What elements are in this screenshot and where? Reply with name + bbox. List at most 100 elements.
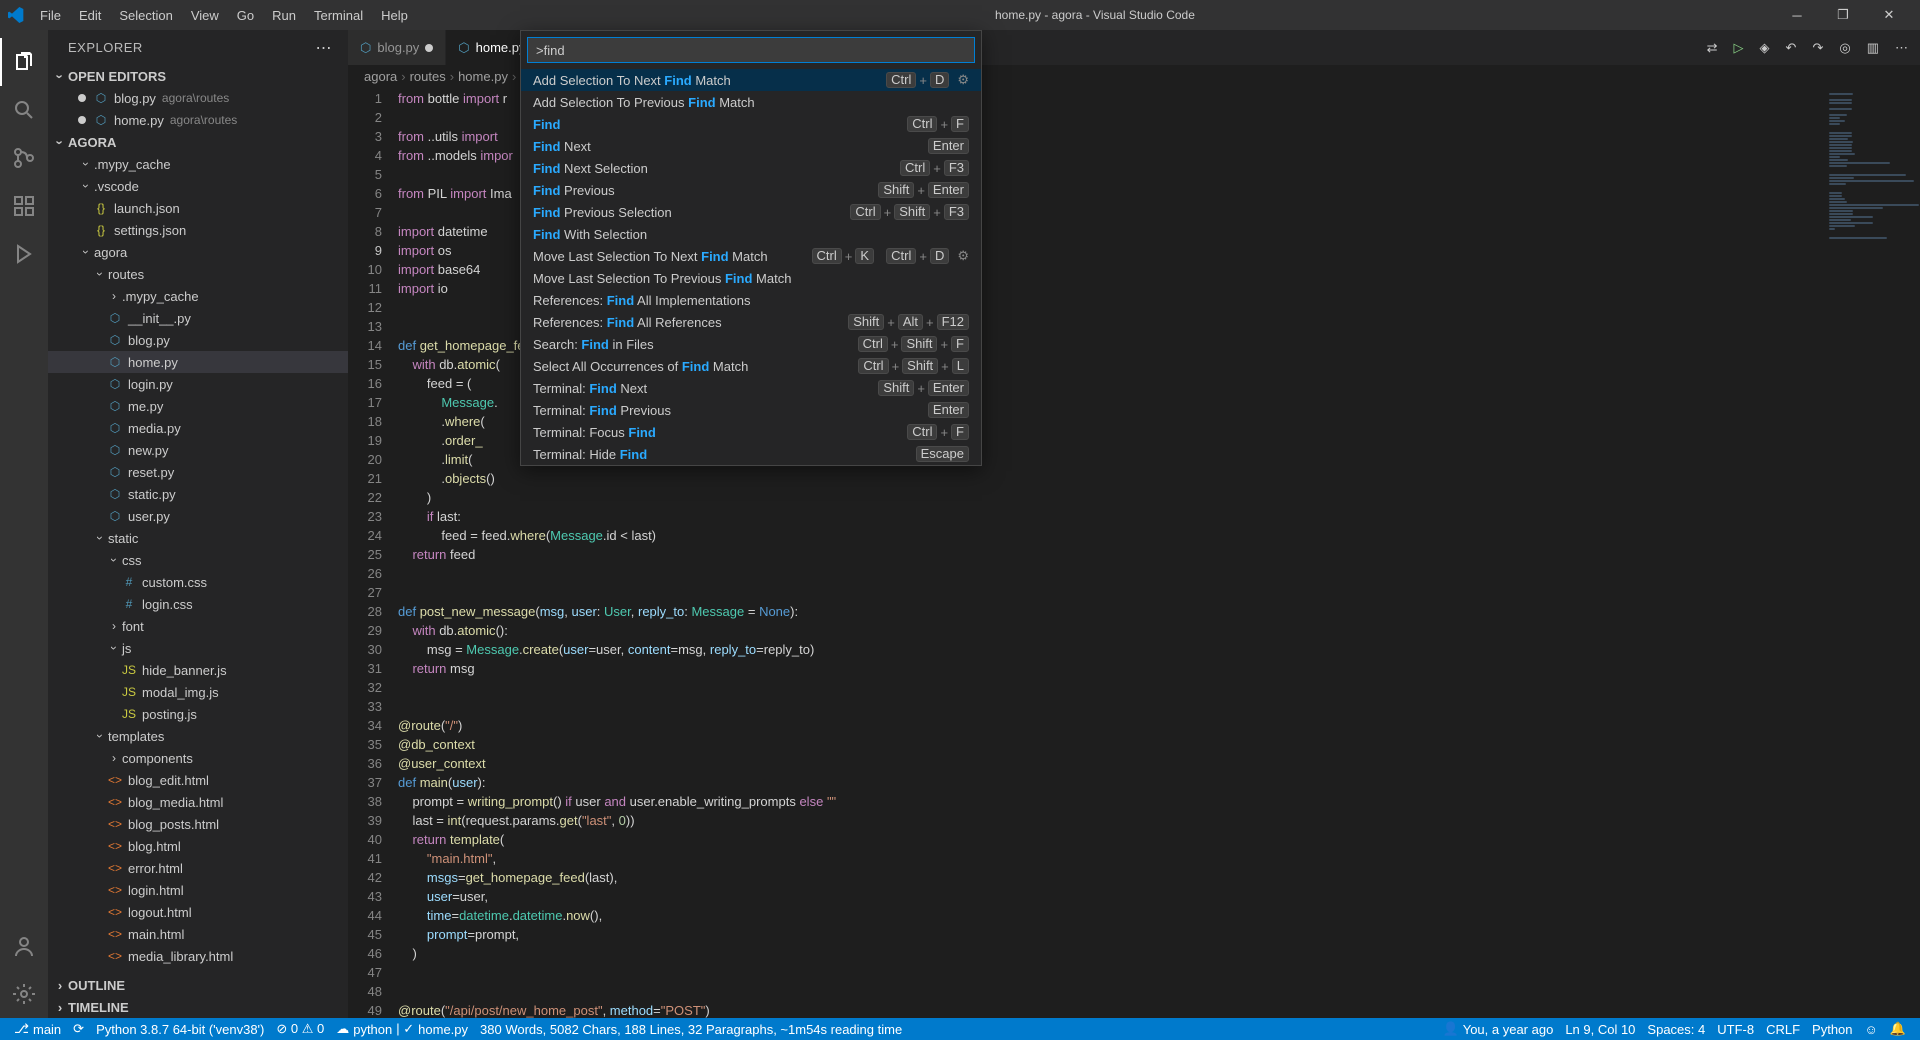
menu-file[interactable]: File: [32, 4, 69, 27]
palette-item[interactable]: Terminal: Find PreviousEnter: [521, 399, 981, 421]
tree-folder[interactable]: ›js: [48, 637, 348, 659]
tree-file[interactable]: {}settings.json: [48, 219, 348, 241]
tree-folder[interactable]: ›static: [48, 527, 348, 549]
menu-terminal[interactable]: Terminal: [306, 4, 371, 27]
menu-go[interactable]: Go: [229, 4, 262, 27]
status-bell[interactable]: 🔔: [1884, 1018, 1912, 1040]
activity-explorer-icon[interactable]: [0, 38, 48, 86]
status-cursor[interactable]: Ln 9, Col 10: [1559, 1018, 1641, 1040]
tree-file[interactable]: <>error.html: [48, 857, 348, 879]
palette-item[interactable]: Terminal: Hide FindEscape: [521, 443, 981, 465]
tree-folder[interactable]: ›.mypy_cache: [48, 285, 348, 307]
run-icon[interactable]: ▷: [1734, 40, 1744, 56]
palette-item[interactable]: Move Last Selection To Next Find MatchCt…: [521, 245, 981, 267]
breadcrumb-item[interactable]: routes: [410, 69, 446, 84]
tree-file[interactable]: <>blog.html: [48, 835, 348, 857]
tree-file[interactable]: ⬡media.py: [48, 417, 348, 439]
tree-file[interactable]: ⬡login.py: [48, 373, 348, 395]
section-workspace[interactable]: ›AGORA: [48, 131, 348, 153]
status-blame[interactable]: 👤 You, a year ago: [1437, 1018, 1560, 1040]
palette-item[interactable]: Move Last Selection To Previous Find Mat…: [521, 267, 981, 289]
tree-file[interactable]: {}launch.json: [48, 197, 348, 219]
status-encoding[interactable]: UTF-8: [1711, 1018, 1760, 1040]
editor-tab[interactable]: ⬡blog.py: [348, 30, 446, 65]
tree-file[interactable]: ⬡reset.py: [48, 461, 348, 483]
palette-item[interactable]: Add Selection To Next Find MatchCtrl+D⚙: [521, 69, 981, 91]
more-icon[interactable]: ⋯: [1895, 40, 1908, 56]
section-open-editors[interactable]: ›OPEN EDITORS: [48, 65, 348, 87]
compare-icon[interactable]: ⇄: [1707, 40, 1718, 56]
tree-file[interactable]: <>login.html: [48, 879, 348, 901]
tree-file[interactable]: ⬡me.py: [48, 395, 348, 417]
tree-file[interactable]: ⬡user.py: [48, 505, 348, 527]
gear-icon[interactable]: ⚙: [957, 72, 969, 88]
tree-file[interactable]: ⬡static.py: [48, 483, 348, 505]
palette-item[interactable]: Add Selection To Previous Find Match: [521, 91, 981, 113]
open-editor-item[interactable]: ⬡home.pyagora\routes: [48, 109, 348, 131]
tree-file[interactable]: JSmodal_img.js: [48, 681, 348, 703]
minimize-button[interactable]: ─: [1774, 0, 1820, 30]
status-python[interactable]: Python 3.8.7 64-bit ('venv38'): [90, 1018, 270, 1040]
tree-folder[interactable]: ›agora: [48, 241, 348, 263]
circle-icon[interactable]: ◎: [1839, 40, 1850, 56]
palette-item[interactable]: Select All Occurrences of Find MatchCtrl…: [521, 355, 981, 377]
palette-item[interactable]: References: Find All ReferencesShift+Alt…: [521, 311, 981, 333]
tree-file[interactable]: #custom.css: [48, 571, 348, 593]
activity-run-icon[interactable]: [0, 230, 48, 278]
split-icon[interactable]: ▥: [1867, 40, 1879, 56]
tree-file[interactable]: ⬡new.py: [48, 439, 348, 461]
tree-folder[interactable]: ›.vscode: [48, 175, 348, 197]
nav-back-icon[interactable]: ↶: [1786, 40, 1797, 56]
tree-file[interactable]: <>main.html: [48, 923, 348, 945]
status-eol[interactable]: CRLF: [1760, 1018, 1806, 1040]
palette-input[interactable]: [527, 37, 975, 63]
status-sync[interactable]: ⟳: [67, 1018, 90, 1040]
palette-item[interactable]: Find Previous SelectionCtrl+Shift+F3: [521, 201, 981, 223]
menu-selection[interactable]: Selection: [111, 4, 180, 27]
tree-folder[interactable]: ›font: [48, 615, 348, 637]
tree-folder[interactable]: ›.mypy_cache: [48, 153, 348, 175]
tree-file[interactable]: <>blog_posts.html: [48, 813, 348, 835]
breadcrumb-item[interactable]: agora: [364, 69, 397, 84]
palette-item[interactable]: Terminal: Find NextShift+Enter: [521, 377, 981, 399]
status-branch[interactable]: ⎇ main: [8, 1018, 67, 1040]
tree-file[interactable]: <>media_library.html: [48, 945, 348, 967]
gear-icon[interactable]: ⚙: [957, 248, 969, 264]
status-feedback[interactable]: ☺: [1859, 1018, 1884, 1040]
tree-file[interactable]: JSposting.js: [48, 703, 348, 725]
palette-item[interactable]: Find Next SelectionCtrl+F3: [521, 157, 981, 179]
explorer-more-icon[interactable]: ⋯: [316, 38, 333, 58]
menu-edit[interactable]: Edit: [71, 4, 109, 27]
activity-scm-icon[interactable]: [0, 134, 48, 182]
palette-item[interactable]: FindCtrl+F: [521, 113, 981, 135]
section-outline[interactable]: ›OUTLINE: [48, 974, 348, 996]
activity-extensions-icon[interactable]: [0, 182, 48, 230]
status-lang[interactable]: Python: [1806, 1018, 1858, 1040]
status-stats[interactable]: 380 Words, 5082 Chars, 188 Lines, 32 Par…: [474, 1018, 908, 1040]
breadcrumb-item[interactable]: home.py: [458, 69, 508, 84]
tree-folder[interactable]: ›components: [48, 747, 348, 769]
menu-help[interactable]: Help: [373, 4, 416, 27]
tree-file[interactable]: ⬡home.py: [48, 351, 348, 373]
close-button[interactable]: ✕: [1866, 0, 1912, 30]
tree-file[interactable]: ⬡blog.py: [48, 329, 348, 351]
open-editor-item[interactable]: ⬡blog.pyagora\routes: [48, 87, 348, 109]
tree-file[interactable]: JShide_banner.js: [48, 659, 348, 681]
palette-item[interactable]: Find With Selection: [521, 223, 981, 245]
tree-folder[interactable]: ›templates: [48, 725, 348, 747]
activity-search-icon[interactable]: [0, 86, 48, 134]
tree-file[interactable]: #login.css: [48, 593, 348, 615]
status-problems[interactable]: ⊘ 0 ⚠ 0: [270, 1018, 330, 1040]
tree-folder[interactable]: ›css: [48, 549, 348, 571]
minimap[interactable]: [1820, 87, 1920, 1018]
palette-item[interactable]: References: Find All Implementations: [521, 289, 981, 311]
git-icon[interactable]: ◈: [1760, 40, 1770, 56]
palette-item[interactable]: Terminal: Focus FindCtrl+F: [521, 421, 981, 443]
activity-account-icon[interactable]: [0, 922, 48, 970]
palette-item[interactable]: Search: Find in FilesCtrl+Shift+F: [521, 333, 981, 355]
status-langserver[interactable]: ☁ python | ✓ home.py: [330, 1018, 474, 1040]
activity-settings-icon[interactable]: [0, 970, 48, 1018]
section-timeline[interactable]: ›TIMELINE: [48, 996, 348, 1018]
menu-run[interactable]: Run: [264, 4, 304, 27]
nav-fwd-icon[interactable]: ↷: [1812, 40, 1823, 56]
